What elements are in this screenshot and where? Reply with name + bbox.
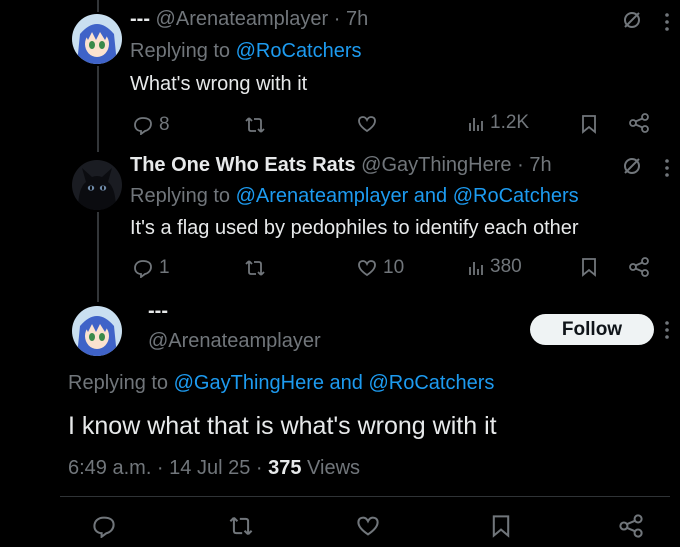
replying-to-link[interactable]: @GayThingHere and @RoCatchers bbox=[174, 372, 495, 394]
thread-line bbox=[97, 0, 99, 12]
views-count: 375 bbox=[268, 457, 302, 479]
separator: · bbox=[517, 154, 524, 176]
views-button[interactable]: 1.2K bbox=[468, 112, 529, 134]
bookmark-icon[interactable] bbox=[581, 114, 597, 139]
views-count: 380 bbox=[490, 256, 522, 277]
timestamp[interactable]: 7h bbox=[346, 8, 368, 30]
like-icon bbox=[358, 116, 376, 133]
avatar[interactable] bbox=[72, 306, 122, 356]
separator: · bbox=[333, 8, 341, 30]
reply-count: 1 bbox=[159, 257, 170, 278]
bookmark-icon[interactable] bbox=[491, 514, 511, 543]
reply-button[interactable]: 8 bbox=[133, 114, 170, 136]
author-handle[interactable]: @GayThingHere bbox=[361, 154, 511, 176]
replying-prefix: Replying to bbox=[130, 185, 231, 207]
more-icon[interactable] bbox=[664, 158, 670, 183]
reply-icon[interactable] bbox=[92, 514, 116, 543]
thread-line bbox=[97, 212, 99, 302]
replying-to: Replying to @RoCatchers bbox=[130, 40, 362, 63]
replying-prefix: Replying to bbox=[68, 372, 169, 394]
retweet-icon bbox=[245, 117, 265, 133]
views-count: 1.2K bbox=[490, 112, 530, 133]
divider bbox=[60, 496, 670, 497]
follow-button[interactable]: Follow bbox=[530, 314, 654, 345]
views-icon bbox=[469, 118, 483, 131]
thread-line bbox=[97, 66, 99, 152]
like-count: 10 bbox=[383, 257, 405, 278]
reply-icon bbox=[134, 260, 152, 278]
more-icon[interactable] bbox=[664, 12, 670, 37]
author-name[interactable]: --- bbox=[130, 8, 150, 30]
author-handle[interactable]: @Arenateamplayer bbox=[148, 330, 321, 353]
grok-icon[interactable] bbox=[622, 10, 642, 35]
author-name[interactable]: --- bbox=[148, 300, 168, 323]
avatar[interactable] bbox=[72, 160, 122, 210]
bookmark-icon[interactable] bbox=[581, 257, 597, 282]
like-icon bbox=[358, 260, 376, 277]
replying-to: Replying to @GayThingHere and @RoCatcher… bbox=[68, 372, 494, 395]
replying-to-link[interactable]: @Arenateamplayer and @RoCatchers bbox=[236, 185, 579, 207]
share-icon[interactable] bbox=[628, 113, 650, 138]
author-name[interactable]: The One Who Eats Rats bbox=[130, 154, 356, 176]
share-icon[interactable] bbox=[618, 514, 644, 543]
views-icon bbox=[469, 262, 483, 275]
views-button[interactable]: 380 bbox=[468, 256, 522, 278]
views-label: Views bbox=[307, 457, 361, 479]
retweet-button[interactable] bbox=[244, 116, 266, 134]
reply-icon bbox=[134, 117, 152, 135]
grok-icon[interactable] bbox=[622, 156, 642, 181]
like-button[interactable]: 10 bbox=[357, 257, 404, 279]
reply-button[interactable]: 1 bbox=[133, 257, 170, 279]
tweet-text: It's a flag used by pedophiles to identi… bbox=[130, 217, 579, 239]
replying-to-link[interactable]: @RoCatchers bbox=[236, 40, 362, 62]
retweet-button[interactable] bbox=[244, 259, 266, 277]
like-icon[interactable] bbox=[356, 514, 380, 543]
replying-prefix: Replying to bbox=[130, 40, 231, 62]
timestamp[interactable]: 6:49 a.m. · 14 Jul 25 · bbox=[68, 457, 263, 479]
tweet-text: What's wrong with it bbox=[130, 73, 308, 95]
more-icon[interactable] bbox=[664, 320, 670, 345]
tweet-header: The One Who Eats Rats @GayThingHere · 7h bbox=[130, 154, 552, 177]
tweet-meta: 6:49 a.m. · 14 Jul 25 · 375 Views bbox=[68, 457, 360, 480]
retweet-icon[interactable] bbox=[228, 515, 254, 542]
tweet-text: I know what that is what's wrong with it bbox=[68, 412, 497, 440]
retweet-icon bbox=[245, 260, 265, 276]
timestamp[interactable]: 7h bbox=[529, 154, 551, 176]
share-icon[interactable] bbox=[628, 257, 650, 282]
reply-count: 8 bbox=[159, 114, 170, 135]
avatar[interactable] bbox=[72, 14, 122, 64]
author-handle[interactable]: @Arenateamplayer bbox=[156, 8, 329, 30]
tweet-header: --- @Arenateamplayer · 7h bbox=[130, 8, 368, 31]
like-button[interactable] bbox=[357, 114, 377, 134]
replying-to: Replying to @Arenateamplayer and @RoCatc… bbox=[130, 185, 579, 208]
